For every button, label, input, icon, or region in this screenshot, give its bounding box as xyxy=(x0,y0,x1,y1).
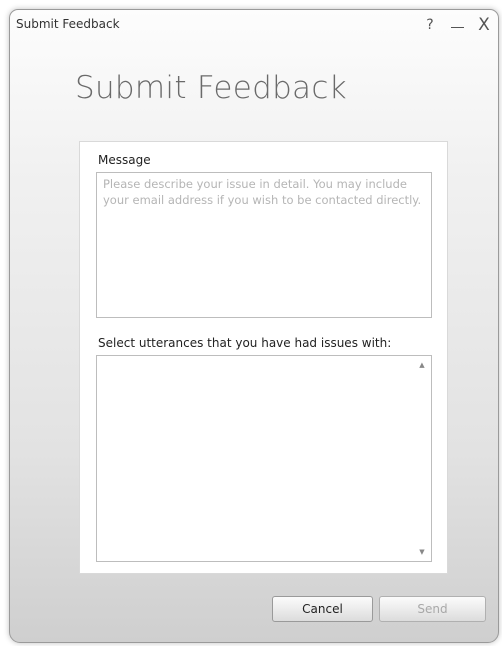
title-bar[interactable]: Submit Feedback ? X xyxy=(10,10,498,40)
feedback-form-panel: Message Select utterances that you have … xyxy=(79,141,448,574)
window-title: Submit Feedback xyxy=(16,17,120,31)
minimize-button[interactable] xyxy=(447,14,467,36)
close-button[interactable]: X xyxy=(474,14,494,36)
help-button[interactable]: ? xyxy=(420,14,440,36)
message-label: Message xyxy=(98,153,151,167)
message-input[interactable] xyxy=(96,172,432,318)
page-title: Submit Feedback xyxy=(75,70,347,106)
send-button[interactable]: Send xyxy=(379,596,486,622)
cancel-button[interactable]: Cancel xyxy=(272,596,373,622)
feedback-dialog: Submit Feedback ? X Submit Feedback Mess… xyxy=(9,9,499,643)
utterances-label: Select utterances that you have had issu… xyxy=(98,336,392,350)
scroll-up-arrow-icon[interactable]: ▲ xyxy=(418,361,426,369)
minimize-icon xyxy=(450,27,464,28)
scroll-down-arrow-icon[interactable]: ▼ xyxy=(418,548,426,556)
utterances-list[interactable]: ▲ ▼ xyxy=(96,355,432,562)
